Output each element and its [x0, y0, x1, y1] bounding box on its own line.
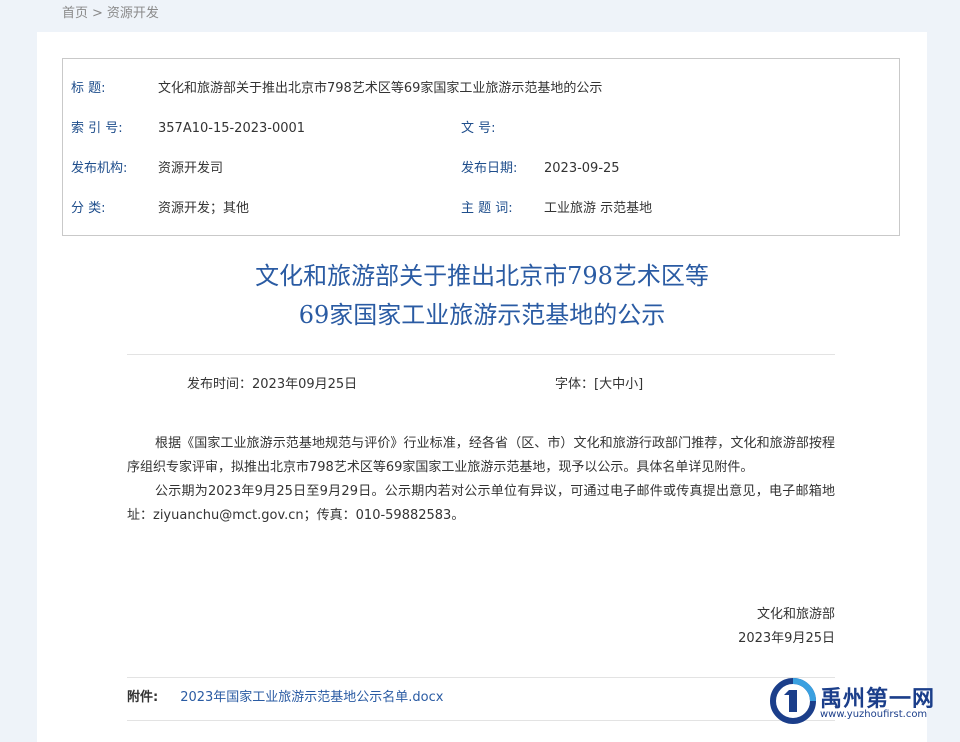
meta-org-label: 发布机构: — [71, 161, 128, 176]
font-large-button[interactable]: 大 — [599, 377, 612, 392]
meta-org-value: 资源开发司 — [158, 161, 224, 176]
meta-row-category: 分 类: 资源开发；其他 主 题 词: 工业旅游 示范基地 — [63, 199, 899, 219]
breadcrumb-home-link[interactable]: 首页 — [62, 6, 88, 21]
meta-date-value: 2023-09-25 — [544, 161, 620, 176]
title-divider — [127, 354, 835, 355]
article-title-line-1: 文化和旅游部关于推出北京市798艺术区等 — [255, 262, 709, 290]
font-size-label: 字体： — [555, 377, 595, 392]
attachment-link[interactable]: 2023年国家工业旅游示范基地公示名单.docx — [180, 690, 443, 705]
attachment-divider-bottom — [127, 720, 835, 721]
watermark-logo-icon — [770, 678, 816, 724]
body-paragraph-2: 公示期为2023年9月25日至9月29日。公示期内若对公示单位有异议，可通过电子… — [127, 484, 835, 523]
meta-category-label: 分 类: — [71, 201, 106, 216]
site-watermark: 禹州第一网 www.yuzhoufirst.com — [768, 675, 958, 727]
meta-category-value: 资源开发；其他 — [158, 201, 250, 216]
meta-index-value: 357A10-15-2023-0001 — [158, 121, 306, 136]
meta-title-label: 标 题: — [71, 81, 106, 96]
meta-index-label: 索 引 号: — [71, 121, 123, 136]
attachment-divider-top — [127, 677, 835, 678]
meta-docno-label: 文 号: — [461, 121, 496, 136]
article-panel: 标 题: 文化和旅游部关于推出北京市798艺术区等69家国家工业旅游示范基地的公… — [37, 32, 927, 742]
signature-date: 2023年9月25日 — [738, 631, 835, 646]
body-paragraph-1: 根据《国家工业旅游示范基地规范与评价》行业标准，经各省（区、市）文化和旅游行政部… — [127, 436, 835, 475]
breadcrumb-current-link[interactable]: 资源开发 — [107, 6, 159, 21]
meta-date-label: 发布日期: — [461, 161, 518, 176]
font-medium-button[interactable]: 中 — [612, 377, 625, 392]
font-bracket-close: ] — [638, 377, 644, 392]
font-small-button[interactable]: 小 — [625, 377, 638, 392]
meta-title-value: 文化和旅游部关于推出北京市798艺术区等69家国家工业旅游示范基地的公示 — [158, 81, 603, 96]
article-title-line-2: 69家国家工业旅游示范基地的公示 — [298, 301, 666, 329]
meta-row-index: 索 引 号: 357A10-15-2023-0001 文 号: — [63, 119, 899, 139]
publish-time: 发布时间：2023年09月25日 — [187, 377, 358, 392]
meta-keywords-label: 主 题 词: — [461, 201, 513, 216]
breadcrumb: 首页 > 资源开发 — [62, 2, 159, 26]
font-size-switcher: 字体：[大中小] — [555, 375, 643, 395]
watermark-url: www.yuzhoufirst.com — [820, 709, 928, 720]
meta-row-org: 发布机构: 资源开发司 发布日期: 2023-09-25 — [63, 159, 899, 179]
metadata-table: 标 题: 文化和旅游部关于推出北京市798艺术区等69家国家工业旅游示范基地的公… — [62, 58, 900, 236]
breadcrumb-separator: > — [92, 6, 103, 21]
article-body: 根据《国家工业旅游示范基地规范与评价》行业标准，经各省（区、市）文化和旅游行政部… — [127, 432, 835, 528]
signature-org: 文化和旅游部 — [756, 607, 835, 622]
attachment-row: 附件: 2023年国家工业旅游示范基地公示名单.docx — [127, 688, 443, 708]
attachment-label: 附件: — [127, 690, 159, 705]
meta-row-title: 标 题: 文化和旅游部关于推出北京市798艺术区等69家国家工业旅游示范基地的公… — [63, 79, 899, 99]
meta-keywords-value: 工业旅游 示范基地 — [544, 201, 653, 216]
